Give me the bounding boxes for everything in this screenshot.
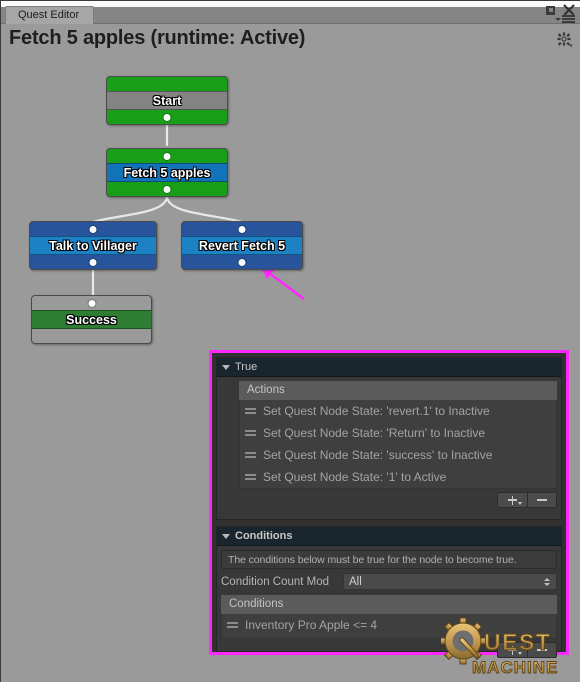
- logo-text-quest: UEST: [484, 629, 551, 655]
- node-output-slot[interactable]: [32, 329, 151, 343]
- connector-dot[interactable]: [163, 186, 171, 193]
- connector-dot[interactable]: [89, 226, 97, 233]
- conditions-help-text: The conditions below must be true for th…: [221, 550, 557, 569]
- action-label: Set Quest Node State: 'success' to Inact…: [263, 448, 493, 462]
- action-label: Set Quest Node State: 'revert.1' to Inac…: [263, 404, 490, 418]
- connector-dot[interactable]: [163, 114, 171, 121]
- graph-node-label: Fetch 5 apples: [107, 163, 227, 182]
- logo-text-machine: MACHINE: [472, 658, 558, 677]
- node-output-slot[interactable]: [107, 110, 227, 124]
- graph-node-label: Success: [32, 310, 151, 329]
- quest-editor-window: Quest Editor Fetch 5 apples (runtime: Ac…: [0, 0, 580, 682]
- node-output-slot[interactable]: [182, 255, 302, 269]
- node-output-slot[interactable]: [30, 255, 156, 269]
- condition-count-mode-value: All: [349, 575, 362, 588]
- chevron-down-icon: [222, 533, 230, 539]
- true-section-title: True: [235, 361, 258, 373]
- node-input-slot[interactable]: [107, 149, 227, 163]
- window-menu-button[interactable]: [555, 15, 575, 23]
- connector-dot[interactable]: [238, 259, 246, 266]
- window-tab-bar: Quest Editor: [1, 1, 580, 24]
- graph-node-revert-fetch-5[interactable]: Revert Fetch 5: [181, 221, 303, 270]
- list-item[interactable]: Set Quest Node State: '1' to Active: [240, 466, 556, 488]
- condition-label: Inventory Pro Apple <= 4: [245, 618, 378, 632]
- action-label: Set Quest Node State: 'Return' to Inacti…: [263, 426, 486, 440]
- drag-handle-icon[interactable]: [245, 408, 256, 414]
- actions-list-header: Actions: [239, 381, 557, 400]
- connector-dot[interactable]: [238, 226, 246, 233]
- node-input-slot[interactable]: [30, 222, 156, 236]
- plus-icon: [508, 495, 517, 505]
- node-input-slot[interactable]: [107, 77, 227, 91]
- connector-dot[interactable]: [163, 153, 171, 160]
- connector-dot[interactable]: [89, 259, 97, 266]
- condition-count-mode-row: Condition Count Mod All: [221, 572, 557, 591]
- sort-arrows-icon: [544, 577, 550, 586]
- drag-handle-icon[interactable]: [245, 452, 256, 458]
- list-item[interactable]: Set Quest Node State: 'success' to Inact…: [240, 444, 556, 466]
- list-item[interactable]: Set Quest Node State: 'revert.1' to Inac…: [240, 400, 556, 422]
- graph-node-label: Start: [107, 91, 227, 110]
- drag-handle-icon[interactable]: [245, 430, 256, 436]
- minus-icon: [537, 499, 547, 501]
- node-output-slot[interactable]: [107, 182, 227, 196]
- chevron-down-icon: [222, 364, 230, 370]
- graph-node-fetch-5-apples[interactable]: Fetch 5 apples: [106, 148, 228, 197]
- hamburger-menu-icon: [562, 15, 575, 23]
- graph-node-success[interactable]: Success: [31, 295, 152, 344]
- node-graph-canvas[interactable]: Start Fetch 5 apples Talk to Villager Re…: [1, 56, 580, 682]
- graph-node-label: Revert Fetch 5: [182, 236, 302, 255]
- action-label: Set Quest Node State: '1' to Active: [263, 470, 447, 484]
- tab-quest-editor[interactable]: Quest Editor: [5, 6, 95, 24]
- actions-list-buttons: [239, 492, 557, 508]
- chevron-down-icon: [518, 502, 522, 505]
- true-section-header[interactable]: True: [217, 358, 561, 377]
- chevron-down-icon: [555, 17, 561, 21]
- conditions-section-header[interactable]: Conditions: [217, 527, 561, 546]
- drag-handle-icon[interactable]: [245, 474, 256, 480]
- actions-list: Set Quest Node State: 'revert.1' to Inac…: [239, 400, 557, 489]
- gear-icon[interactable]: [557, 32, 573, 48]
- graph-node-start[interactable]: Start: [106, 76, 228, 125]
- conditions-list-header: Conditions: [221, 595, 557, 614]
- quest-machine-logo: UEST MACHINE: [441, 617, 558, 677]
- graph-node-label: Talk to Villager: [30, 236, 156, 255]
- drag-handle-icon[interactable]: [227, 622, 238, 628]
- editor-header: Fetch 5 apples (runtime: Active): [1, 24, 580, 56]
- true-section: True Actions Set Quest Node State: 'reve…: [216, 357, 562, 520]
- graph-node-talk-to-villager[interactable]: Talk to Villager: [29, 221, 157, 270]
- page-title: Fetch 5 apples (runtime: Active): [9, 27, 306, 49]
- node-input-slot[interactable]: [182, 222, 302, 236]
- connector-dot[interactable]: [88, 300, 95, 307]
- remove-action-button[interactable]: [527, 492, 557, 508]
- maximize-icon[interactable]: [546, 5, 555, 15]
- list-item[interactable]: Set Quest Node State: 'Return' to Inacti…: [240, 422, 556, 444]
- condition-count-mode-dropdown[interactable]: All: [343, 573, 557, 590]
- conditions-section-title: Conditions: [235, 530, 293, 542]
- highlight-arrow: [260, 266, 305, 301]
- node-input-slot[interactable]: [32, 296, 151, 310]
- node-inspector-panel: True Actions Set Quest Node State: 'reve…: [209, 350, 569, 658]
- condition-count-mode-label: Condition Count Mod: [221, 575, 330, 588]
- add-action-button[interactable]: [497, 492, 527, 508]
